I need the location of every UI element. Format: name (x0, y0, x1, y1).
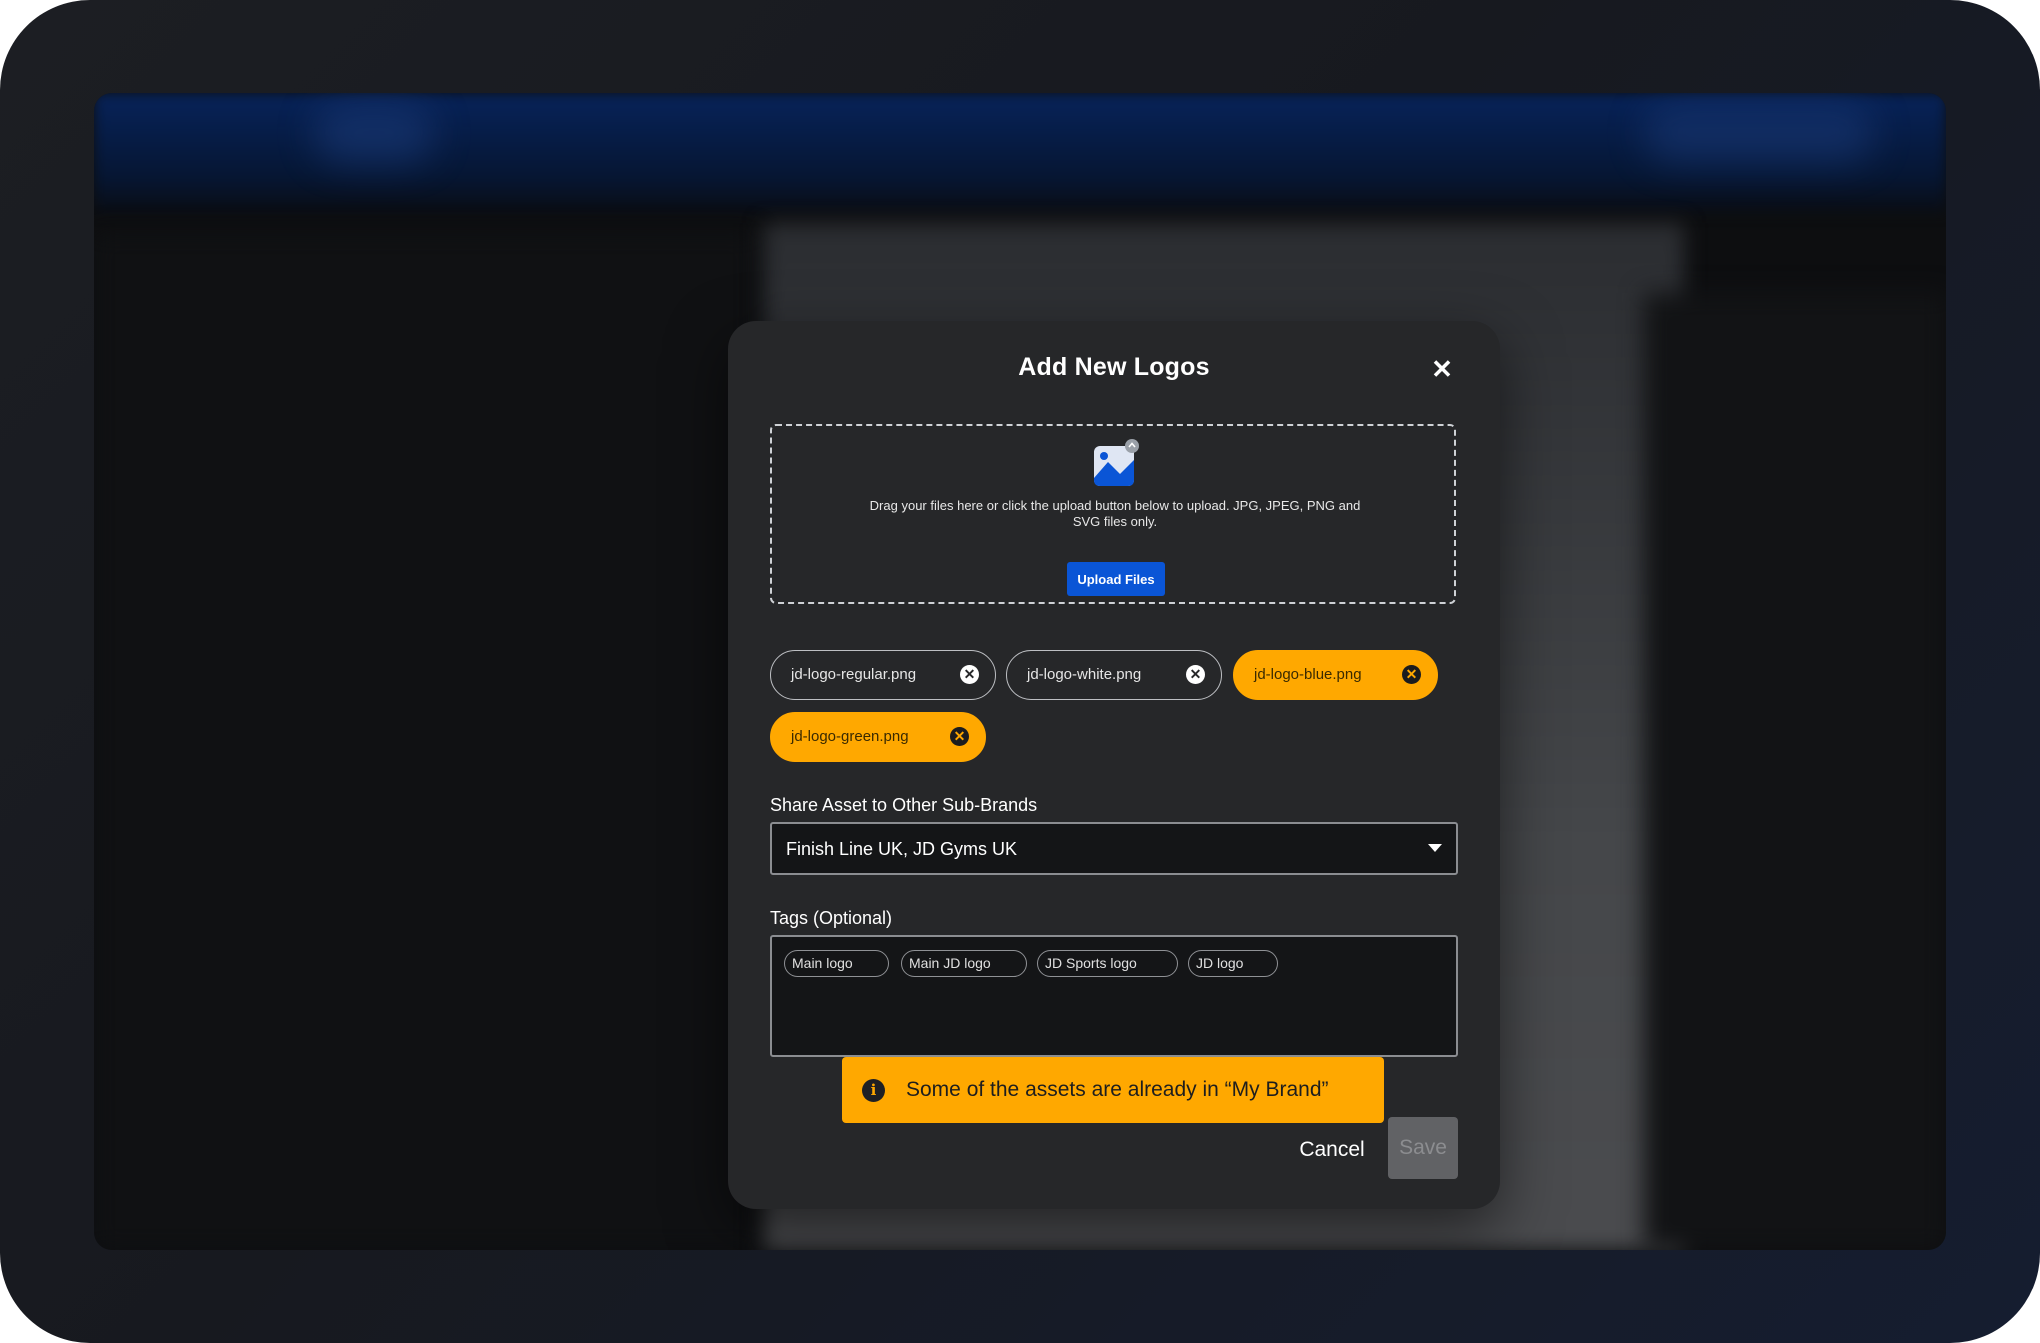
remove-file-icon[interactable]: ✕ (1402, 665, 1421, 684)
remove-file-icon[interactable]: ✕ (960, 665, 979, 684)
tags-label: Tags (Optional) (770, 908, 893, 928)
file-chip: jd-logo-regular.png ✕ (770, 650, 996, 700)
file-chip-label: jd-logo-white.png (1027, 666, 1142, 683)
image-upload-icon (1094, 439, 1139, 486)
background-panel (94, 233, 754, 1250)
dropzone-instructions: Drag your files here or click the upload… (869, 498, 1361, 529)
save-button[interactable]: Save (1388, 1117, 1458, 1179)
remove-file-icon[interactable]: ✕ (950, 727, 969, 746)
file-chip-label: jd-logo-green.png (791, 728, 909, 745)
cancel-button[interactable]: Cancel (1270, 1127, 1394, 1173)
background-blur (1644, 103, 1874, 163)
file-dropzone[interactable]: Drag your files here or click the upload… (770, 424, 1456, 604)
file-chip: jd-logo-white.png ✕ (1006, 650, 1222, 700)
tag-chip[interactable]: Main logo (784, 950, 889, 977)
info-icon: i (862, 1079, 885, 1102)
tags-input[interactable]: Main logo Main JD logo JD Sports logo JD… (770, 935, 1458, 1057)
device-frame: Add New Logos ✕ Drag your files here or … (0, 0, 2040, 1343)
duplicate-warning-toast: i Some of the assets are already in “My … (842, 1057, 1384, 1123)
close-icon[interactable]: ✕ (1428, 355, 1456, 383)
tag-chip[interactable]: Main JD logo (901, 950, 1027, 977)
remove-file-icon[interactable]: ✕ (1186, 665, 1205, 684)
upload-files-button[interactable]: Upload Files (1067, 562, 1165, 596)
caret-down-icon (1428, 844, 1442, 852)
file-chip-label: jd-logo-regular.png (791, 666, 917, 683)
file-chip-duplicate: jd-logo-blue.png ✕ (1233, 650, 1438, 700)
toast-message: Some of the assets are already in “My Br… (906, 1078, 1329, 1101)
share-label: Share Asset to Other Sub-Brands (770, 795, 1038, 815)
file-chip-label: jd-logo-blue.png (1254, 666, 1362, 683)
background-panel (1644, 293, 1946, 1250)
sub-brands-select[interactable]: Finish Line UK, JD Gyms UK (770, 822, 1458, 875)
background-blur (314, 103, 434, 163)
sub-brands-value: Finish Line UK, JD Gyms UK (786, 839, 1018, 859)
modal-title: Add New Logos (1018, 353, 1210, 381)
app-screen: Add New Logos ✕ Drag your files here or … (94, 93, 1946, 1250)
file-chip-duplicate: jd-logo-green.png ✕ (770, 712, 986, 762)
tag-chip[interactable]: JD Sports logo (1037, 950, 1178, 977)
add-logos-modal: Add New Logos ✕ Drag your files here or … (728, 321, 1500, 1209)
tag-chip[interactable]: JD logo (1188, 950, 1278, 977)
